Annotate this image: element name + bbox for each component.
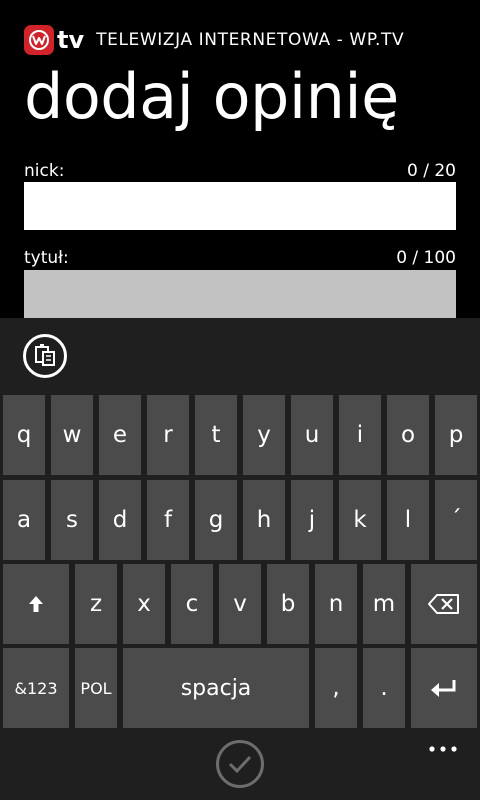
wp-tv-logo: tv xyxy=(24,25,84,55)
key-m[interactable]: m xyxy=(363,564,405,644)
key-i[interactable]: i xyxy=(339,395,381,475)
key-e[interactable]: e xyxy=(99,395,141,475)
key-h[interactable]: h xyxy=(243,480,285,560)
key-s[interactable]: s xyxy=(51,480,93,560)
logo-text: tv xyxy=(57,26,85,54)
key-r[interactable]: r xyxy=(147,395,189,475)
enter-icon xyxy=(431,680,456,697)
app-title: TELEWIZJA INTERNETOWA - WP.TV xyxy=(96,30,405,50)
wp-logo-icon xyxy=(24,25,54,55)
key-v[interactable]: v xyxy=(219,564,261,644)
tytul-counter: 0 / 100 xyxy=(396,248,456,268)
clipboard-icon xyxy=(35,344,55,366)
key-w[interactable]: w xyxy=(51,395,93,475)
key-p[interactable]: p xyxy=(435,395,477,475)
shift-arrow-icon xyxy=(29,596,43,612)
key-l[interactable]: l xyxy=(387,480,429,560)
shift-key[interactable] xyxy=(3,564,69,644)
key-d[interactable]: d xyxy=(99,480,141,560)
space-key[interactable]: spacja xyxy=(123,648,309,728)
key-c[interactable]: c xyxy=(171,564,213,644)
key-n[interactable]: n xyxy=(315,564,357,644)
nick-label: nick: xyxy=(24,161,65,181)
key-a[interactable]: a xyxy=(3,480,45,560)
nick-input[interactable] xyxy=(24,182,456,230)
more-options-button[interactable] xyxy=(428,738,458,752)
enter-key[interactable] xyxy=(411,648,477,728)
symbols-key[interactable]: &123 xyxy=(3,648,69,728)
key-j[interactable]: j xyxy=(291,480,333,560)
clipboard-button[interactable] xyxy=(23,334,67,378)
checkmark-icon xyxy=(228,755,252,774)
key-t[interactable]: t xyxy=(195,395,237,475)
on-screen-keyboard: q w e r t y u i o p a s d f g h j k l ´ … xyxy=(0,318,480,800)
key-o[interactable]: o xyxy=(387,395,429,475)
language-key[interactable]: POL xyxy=(75,648,117,728)
key-x[interactable]: x xyxy=(123,564,165,644)
key-z[interactable]: z xyxy=(75,564,117,644)
key-f[interactable]: f xyxy=(147,480,189,560)
backspace-icon xyxy=(428,594,459,614)
key-u[interactable]: u xyxy=(291,395,333,475)
confirm-button[interactable] xyxy=(216,740,264,788)
ellipsis-icon xyxy=(429,746,457,752)
key-acute-accent[interactable]: ´ xyxy=(435,480,477,560)
key-k[interactable]: k xyxy=(339,480,381,560)
page-title: dodaj opinię xyxy=(24,60,399,133)
key-y[interactable]: y xyxy=(243,395,285,475)
comma-key[interactable]: , xyxy=(315,648,357,728)
key-g[interactable]: g xyxy=(195,480,237,560)
period-key[interactable]: . xyxy=(363,648,405,728)
tytul-label: tytuł: xyxy=(24,248,69,268)
key-b[interactable]: b xyxy=(267,564,309,644)
app-header: tv TELEWIZJA INTERNETOWA - WP.TV xyxy=(24,22,404,58)
nick-counter: 0 / 20 xyxy=(407,161,456,181)
backspace-key[interactable] xyxy=(411,564,477,644)
tytul-input[interactable] xyxy=(24,270,456,318)
key-q[interactable]: q xyxy=(3,395,45,475)
